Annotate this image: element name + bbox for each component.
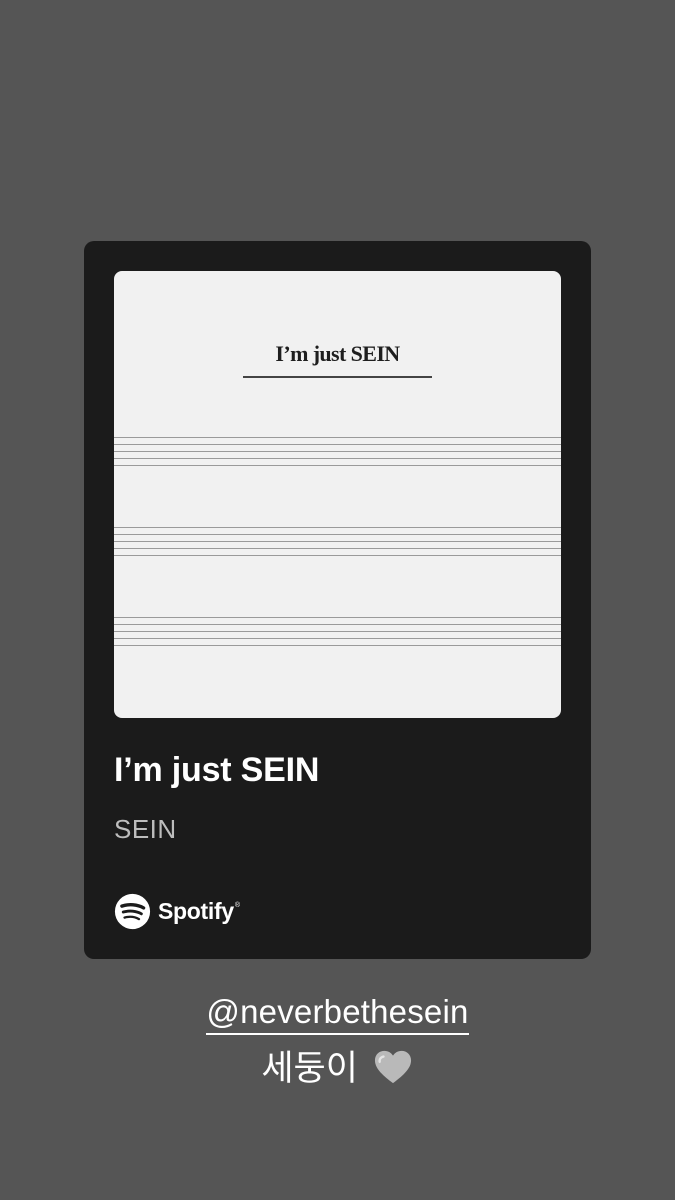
trademark-mark: ® xyxy=(234,902,241,909)
music-staff xyxy=(114,617,561,652)
song-title: I’m just SEIN xyxy=(114,751,320,789)
cover-title-underline xyxy=(243,376,432,378)
mention-text[interactable]: @neverbethesein xyxy=(206,993,469,1035)
caption-text: 세둥이 xyxy=(0,1040,675,1091)
caption-label: 세둥이 xyxy=(261,1049,358,1088)
grey-heart-icon xyxy=(374,1050,411,1084)
spotify-wordmark: Spotify xyxy=(158,897,234,924)
music-staff xyxy=(114,527,561,562)
album-cover: I’m just SEIN xyxy=(114,271,561,718)
spotify-logo[interactable]: Spotify ® xyxy=(114,892,240,930)
spotify-card[interactable]: I’m just SEIN I’m just SEIN SEIN Spotify… xyxy=(84,241,591,959)
spotify-icon xyxy=(114,893,151,929)
song-artist: SEIN xyxy=(114,814,177,844)
mention-sticker[interactable]: @neverbethesein xyxy=(0,993,675,1035)
music-staff xyxy=(114,437,561,472)
cover-title: I’m just SEIN xyxy=(275,341,400,366)
